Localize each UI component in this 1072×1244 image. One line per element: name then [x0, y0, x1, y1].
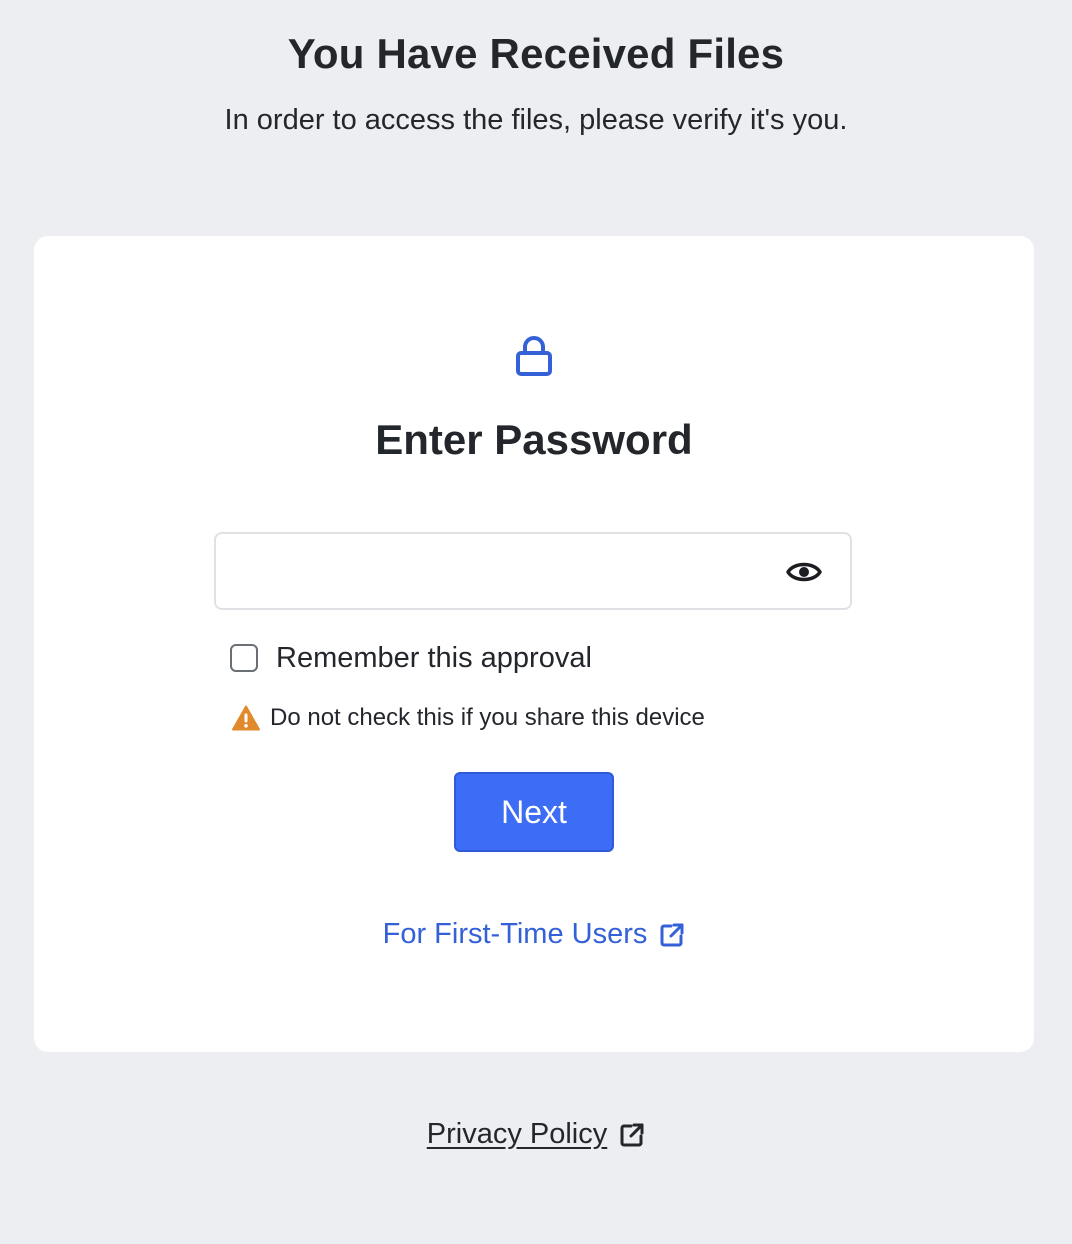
warning-text: Do not check this if you share this devi…	[270, 704, 705, 731]
password-card: Enter Password Remember this approval Do…	[34, 236, 1034, 1052]
first-time-users-link[interactable]: For First-Time Users	[34, 918, 1034, 951]
page-title: You Have Received Files	[287, 30, 785, 77]
privacy-policy-link[interactable]: Privacy Policy	[0, 1118, 1072, 1151]
remember-label[interactable]: Remember this approval	[276, 642, 592, 675]
card-title: Enter Password	[375, 416, 693, 463]
external-link-icon[interactable]	[659, 922, 685, 948]
warning-message: Do not check this if you share this devi…	[232, 702, 705, 734]
lock-icon	[516, 336, 552, 376]
privacy-policy-label[interactable]: Privacy Policy	[427, 1118, 608, 1151]
password-field	[214, 532, 852, 610]
remember-row[interactable]: Remember this approval	[230, 640, 592, 676]
first-time-users-label[interactable]: For First-Time Users	[383, 918, 648, 951]
external-link-icon[interactable]	[619, 1122, 645, 1148]
next-button[interactable]: Next	[454, 772, 614, 852]
remember-checkbox[interactable]	[230, 644, 258, 672]
page-subtitle: In order to access the files, please ver…	[224, 104, 848, 136]
warning-icon	[232, 705, 260, 731]
password-input[interactable]	[234, 548, 778, 596]
eye-icon[interactable]	[786, 558, 822, 586]
